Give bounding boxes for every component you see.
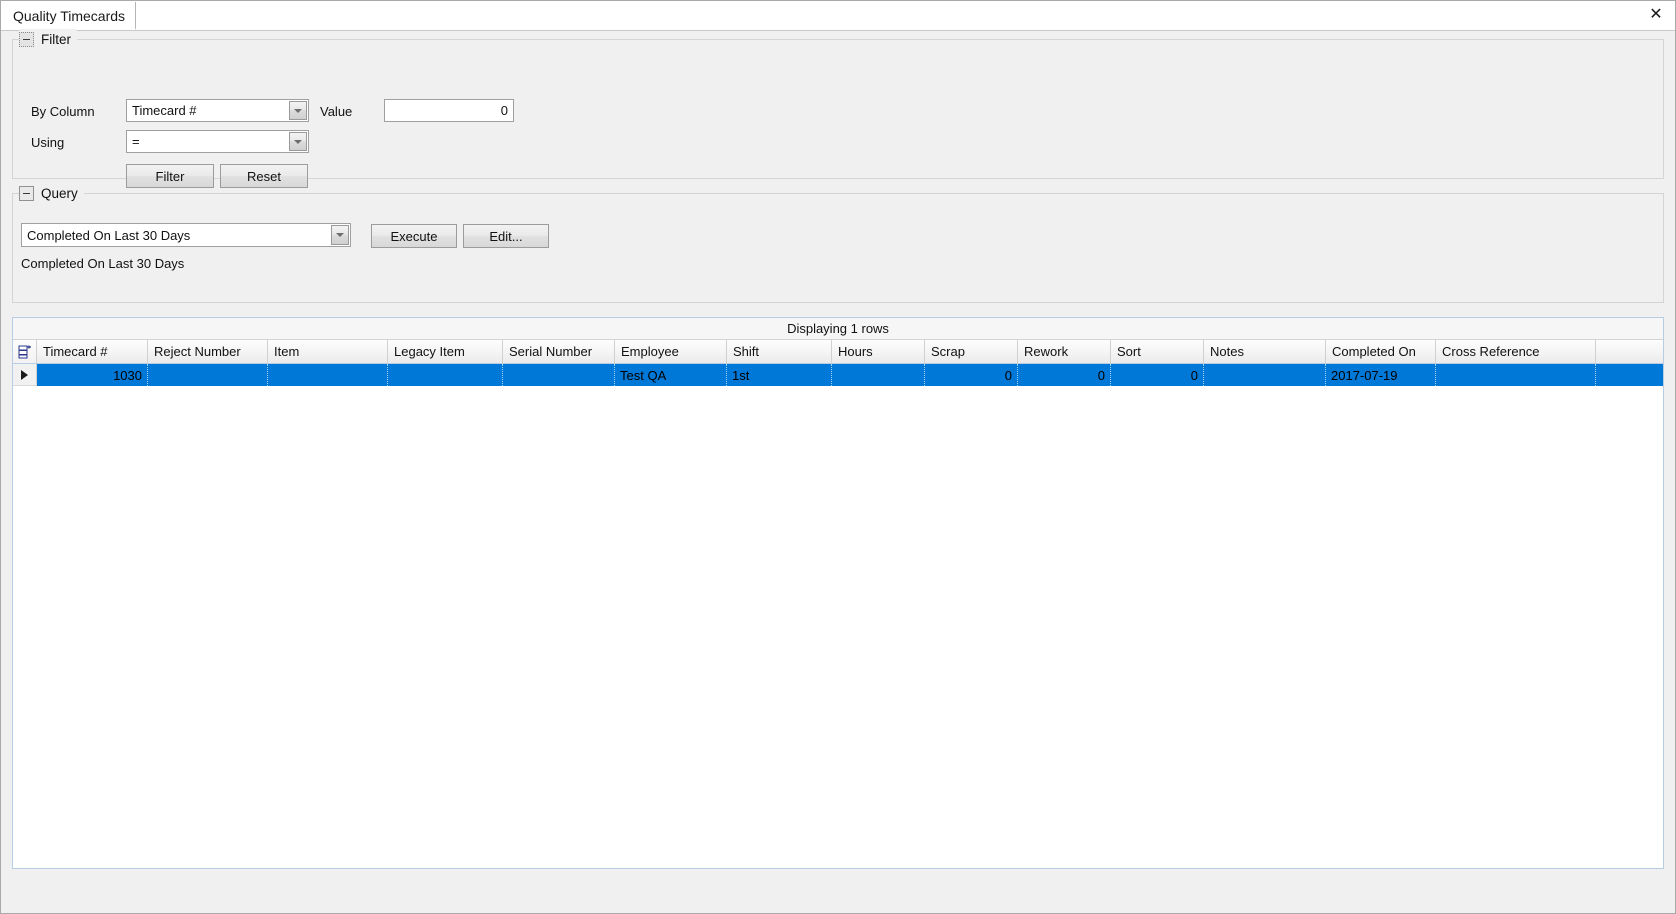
- table-cell[interactable]: [148, 364, 268, 386]
- chevron-down-icon[interactable]: [331, 225, 349, 245]
- table-cell[interactable]: [1436, 364, 1596, 386]
- column-header[interactable]: Completed On: [1326, 340, 1436, 363]
- tab-label: Quality Timecards: [13, 8, 126, 24]
- content-area: Filter By Column Timecard # Value 0 Usin…: [2, 29, 1674, 913]
- current-row-arrow-icon[interactable]: [13, 364, 37, 386]
- query-select-value: Completed On Last 30 Days: [27, 227, 191, 243]
- table-row[interactable]: 1030 Test QA 1st 0 0 0 2017-07-19: [13, 364, 1663, 386]
- chevron-down-icon[interactable]: [289, 132, 307, 151]
- select-all-grid-icon-svg: [18, 345, 31, 358]
- tab-strip: Quality Timecards ✕: [1, 1, 1675, 31]
- table-cell[interactable]: [388, 364, 503, 386]
- value-label: Value: [320, 104, 353, 119]
- query-description: Completed On Last 30 Days: [21, 256, 185, 271]
- tab-quality-timecards[interactable]: Quality Timecards: [4, 2, 137, 30]
- by-column-select[interactable]: Timecard #: [126, 99, 309, 122]
- table-cell[interactable]: [268, 364, 388, 386]
- table-cell[interactable]: [503, 364, 615, 386]
- by-column-select-value: Timecard #: [132, 103, 197, 118]
- execute-button[interactable]: Execute: [371, 224, 457, 248]
- column-header[interactable]: Legacy Item: [388, 340, 503, 363]
- using-label: Using: [31, 135, 65, 150]
- column-header[interactable]: Item: [268, 340, 388, 363]
- current-row-arrow-glyph: [21, 369, 28, 380]
- table-cell[interactable]: 0: [925, 364, 1018, 386]
- filter-panel: Filter By Column Timecard # Value 0 Usin…: [12, 29, 1664, 188]
- table-cell[interactable]: 2017-07-19: [1326, 364, 1436, 386]
- query-panel-title: Query: [41, 185, 78, 201]
- query-select[interactable]: Completed On Last 30 Days: [21, 223, 351, 247]
- collapse-minus-icon[interactable]: [19, 185, 34, 201]
- reset-button[interactable]: Reset: [220, 164, 308, 188]
- column-header[interactable]: Rework: [1018, 340, 1111, 363]
- close-icon[interactable]: ✕: [1645, 3, 1667, 25]
- table-cell[interactable]: 0: [1111, 364, 1204, 386]
- column-header[interactable]: Serial Number: [503, 340, 615, 363]
- collapse-minus-icon[interactable]: [19, 31, 34, 47]
- grid-body: 1030 Test QA 1st 0 0 0 2017-07-19: [13, 364, 1663, 867]
- select-all-grid-icon[interactable]: [13, 340, 37, 363]
- column-header[interactable]: Shift: [727, 340, 832, 363]
- column-header[interactable]: Sort: [1111, 340, 1204, 363]
- value-input[interactable]: 0: [384, 99, 514, 122]
- column-header[interactable]: Scrap: [925, 340, 1018, 363]
- query-panel-header: Query: [19, 183, 84, 203]
- table-cell[interactable]: Test QA: [615, 364, 727, 386]
- by-column-label: By Column: [31, 104, 95, 119]
- column-header[interactable]: Hours: [832, 340, 925, 363]
- filter-panel-title: Filter: [41, 31, 71, 47]
- column-header[interactable]: Notes: [1204, 340, 1326, 363]
- table-cell[interactable]: [1204, 364, 1326, 386]
- column-header[interactable]: Reject Number: [148, 340, 268, 363]
- column-header[interactable]: Cross Reference: [1436, 340, 1596, 363]
- application-window: Quality Timecards ✕ Filter By Column Tim…: [0, 0, 1676, 914]
- grid-header-row: Timecard # Reject Number Item Legacy Item Se…: [13, 340, 1663, 364]
- table-cell[interactable]: 1st: [727, 364, 832, 386]
- edit-button[interactable]: Edit...: [463, 224, 549, 248]
- table-cell[interactable]: [832, 364, 925, 386]
- column-header[interactable]: Employee: [615, 340, 727, 363]
- table-cell[interactable]: 1030: [37, 364, 148, 386]
- query-panel: Query Completed On Last 30 Days Execute …: [12, 183, 1664, 303]
- grid-caption: Displaying 1 rows: [13, 318, 1663, 340]
- chevron-down-icon[interactable]: [289, 101, 307, 120]
- using-select[interactable]: =: [126, 130, 309, 153]
- filter-button[interactable]: Filter: [126, 164, 214, 188]
- filter-panel-header: Filter: [19, 29, 77, 49]
- table-cell[interactable]: 0: [1018, 364, 1111, 386]
- column-header[interactable]: Timecard #: [37, 340, 148, 363]
- using-select-value: =: [132, 134, 140, 149]
- timecards-grid: Displaying 1 rows Timecard # Reject Numbe…: [12, 317, 1664, 869]
